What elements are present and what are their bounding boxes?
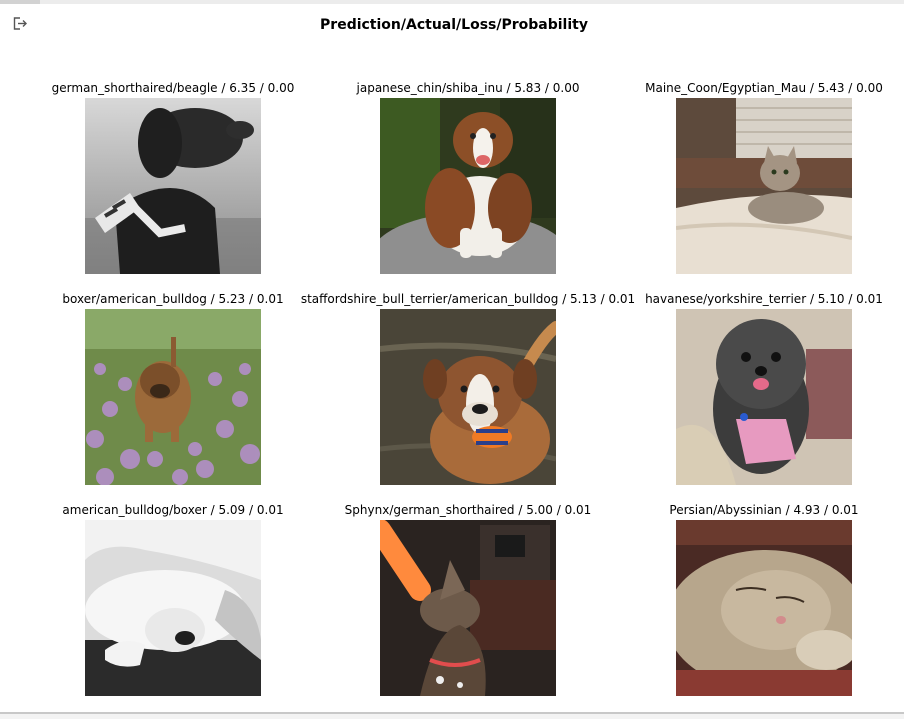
figure-output: Prediction/Actual/Loss/Probability germa… xyxy=(0,0,904,719)
collapse-tab[interactable] xyxy=(0,0,40,4)
image-dog-water xyxy=(380,309,556,485)
image-tabby-cat xyxy=(676,98,852,274)
top-scroll-strip xyxy=(0,0,904,4)
image-shepherd-dog xyxy=(380,98,556,274)
image-black-dog xyxy=(85,98,261,274)
image-sleeping-dog xyxy=(85,520,261,696)
figure-title: Prediction/Actual/Loss/Probability xyxy=(320,17,588,33)
image-sleeping-cat xyxy=(676,520,852,696)
image-bulldog-flowers xyxy=(85,309,261,485)
image-grey-dog xyxy=(676,309,852,485)
bottom-scroll-edge xyxy=(0,712,904,719)
image-caption: Persian/Abyssinian / 4.93 / 0.01 xyxy=(669,503,859,517)
image-dog-noodle xyxy=(380,520,556,696)
image-caption: Maine_Coon/Egyptian_Mau / 5.43 / 0.00 xyxy=(645,81,883,95)
image-caption: havanese/yorkshire_terrier / 5.10 / 0.01 xyxy=(645,292,883,306)
